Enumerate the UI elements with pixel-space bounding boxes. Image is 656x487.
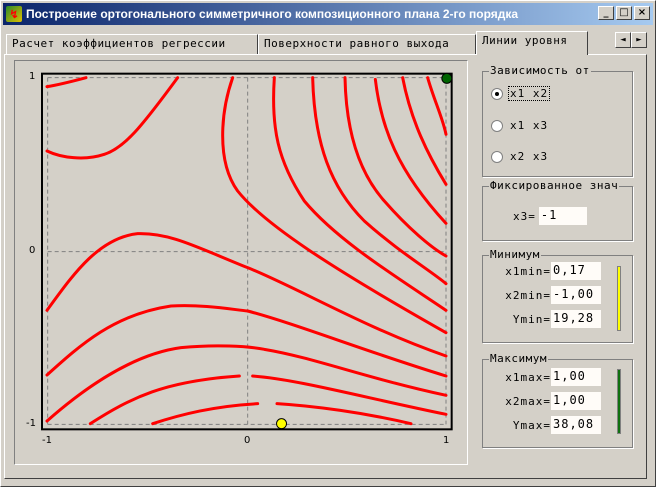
max-color-indicator	[617, 369, 621, 434]
maximum-title: Максимум	[489, 352, 548, 365]
tab-level-lines[interactable]: Линии уровня	[476, 31, 588, 55]
ymin-value: 19,28	[551, 310, 601, 328]
x1min-value: 0,17	[551, 262, 601, 280]
dependency-title: Зависимость от	[489, 64, 591, 77]
dependency-group: Зависимость от x1 x2 x1 x3 x2 x3	[482, 64, 633, 177]
radio-x1-x2[interactable]: x1 x2	[491, 86, 551, 101]
contour-line	[45, 304, 448, 378]
x3-label: x3=	[513, 209, 536, 223]
contour-line	[401, 76, 448, 186]
minimum-title: Минимум	[489, 248, 541, 261]
x1max-value: 1,00	[551, 368, 601, 386]
main-window: ↯ Построение ортогонального симметричног…	[0, 0, 656, 487]
app-icon: ↯	[6, 6, 22, 22]
x2max-value: 1,00	[551, 392, 601, 410]
y-tick-label: -1	[26, 418, 36, 429]
x2min-value: -1,00	[551, 286, 601, 304]
x-tick-label: 1	[443, 435, 450, 446]
ymin-label: Ymin=	[512, 312, 551, 326]
tab-scroll-right-button[interactable]: ►	[631, 32, 647, 48]
x2max-label: x2max=	[505, 394, 551, 408]
min-point-marker	[276, 418, 288, 430]
contour-line	[426, 76, 448, 136]
x3-input[interactable]: -1	[538, 207, 587, 225]
radio-x2-x3[interactable]: x2 x3	[491, 150, 549, 163]
minimize-button[interactable]: _	[598, 6, 614, 20]
radio-button[interactable]	[491, 87, 503, 100]
maximize-button[interactable]: □	[616, 6, 632, 20]
tab-equal-output-surfaces[interactable]: Поверхности равного выхода	[258, 34, 476, 54]
contour-line	[45, 76, 88, 89]
radio-button[interactable]	[491, 119, 503, 132]
contour-line	[343, 76, 448, 258]
radio-label: x1 x2	[507, 86, 551, 101]
window-title: Построение ортогонального симметричного …	[26, 7, 519, 21]
y-tick-label: 0	[29, 245, 36, 256]
min-color-indicator	[617, 266, 621, 331]
ymax-value: 38,08	[551, 416, 601, 434]
tab-regression-coefficients[interactable]: Расчет коэффициентов регрессии	[6, 34, 258, 54]
fixed-value-group: Фиксированное знач x3= -1	[482, 179, 633, 241]
max-point-marker	[441, 72, 453, 84]
y-tick-label: 1	[29, 71, 36, 82]
x2min-label: x2min=	[505, 288, 551, 302]
maximum-group: Максимум x1max= 1,00 x2max= 1,00 Ymax= 38,0…	[482, 352, 633, 448]
contour-plot	[41, 72, 453, 431]
title-bar: ↯ Построение ортогонального симметричног…	[3, 3, 653, 25]
x-tick-label: 0	[244, 435, 251, 446]
radio-label: x2 x3	[510, 150, 549, 163]
minimum-group: Минимум x1min= 0,17 x2min= -1,00 Ymin= 19,2…	[482, 248, 633, 343]
x1max-label: x1max=	[505, 370, 551, 384]
close-button[interactable]: ×	[634, 6, 650, 20]
tab-scroll-left-button[interactable]: ◄	[615, 32, 631, 48]
fixed-value-title: Фиксированное знач	[489, 179, 620, 192]
contour-line	[45, 76, 180, 160]
radio-label: x1 x3	[510, 119, 549, 132]
radio-x1-x3[interactable]: x1 x3	[491, 119, 549, 132]
x1min-label: x1min=	[505, 264, 551, 278]
x-tick-label: -1	[42, 435, 52, 446]
radio-button[interactable]	[491, 150, 503, 163]
ymax-label: Ymax=	[512, 418, 551, 432]
